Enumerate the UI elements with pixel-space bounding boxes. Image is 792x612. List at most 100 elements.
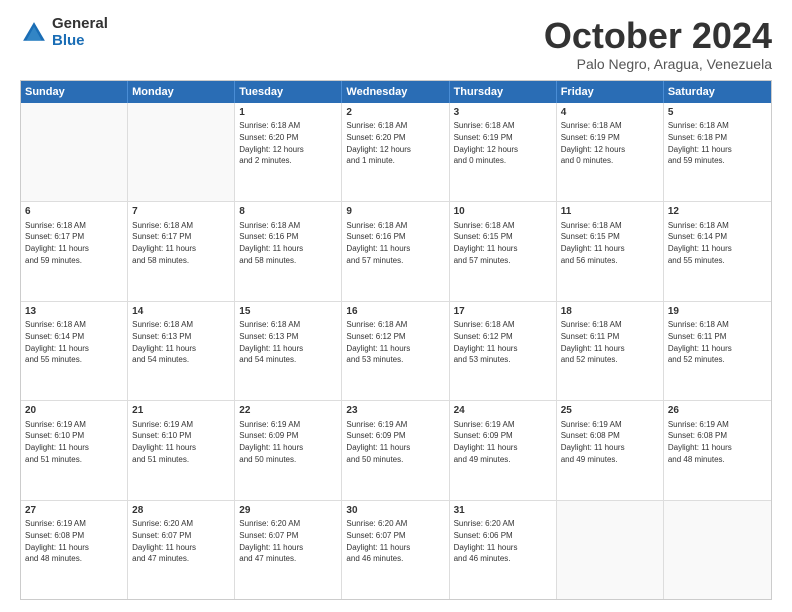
calendar-cell: 18Sunrise: 6:18 AM Sunset: 6:11 PM Dayli…	[557, 302, 664, 400]
calendar-cell: 23 Sunrise: 6:19 AM Sunset: 6:09 PM Dayli…	[342, 401, 449, 499]
day-info: Sunrise: 6:18 AM Sunset: 6:17 PM Dayligh…	[132, 221, 196, 265]
calendar-cell: 13Sunrise: 6:18 AM Sunset: 6:14 PM Dayli…	[21, 302, 128, 400]
day-number: 26	[668, 404, 767, 418]
calendar-cell	[21, 103, 128, 201]
calendar-cell: 9Sunrise: 6:18 AM Sunset: 6:16 PM Daylig…	[342, 202, 449, 300]
day-info: Sunrise: 6:20 AM Sunset: 6:06 PM Dayligh…	[454, 519, 518, 563]
day-info: Sunrise: 6:20 AM Sunset: 6:07 PM Dayligh…	[346, 519, 410, 563]
calendar-cell: 6Sunrise: 6:18 AM Sunset: 6:17 PM Daylig…	[21, 202, 128, 300]
month-title: October 2024	[544, 16, 772, 56]
calendar-body: 1 Sunrise: 6:18 AM Sunset: 6:20 PM Daylig…	[21, 103, 771, 599]
header-day: Friday	[557, 81, 664, 103]
day-info: Sunrise: 6:19 AM Sunset: 6:09 PM Dayligh…	[454, 420, 518, 464]
day-number: 19	[668, 305, 767, 319]
day-info: Sunrise: 6:18 AM Sunset: 6:20 PM Dayligh…	[346, 121, 410, 165]
logo-general: General	[52, 16, 108, 33]
day-info: Sunrise: 6:20 AM Sunset: 6:07 PM Dayligh…	[132, 519, 196, 563]
calendar-cell: 4Sunrise: 6:18 AM Sunset: 6:19 PM Daylig…	[557, 103, 664, 201]
day-info: Sunrise: 6:19 AM Sunset: 6:08 PM Dayligh…	[561, 420, 625, 464]
header-day: Sunday	[21, 81, 128, 103]
day-info: Sunrise: 6:18 AM Sunset: 6:11 PM Dayligh…	[561, 320, 625, 364]
logo: General Blue	[20, 16, 108, 49]
day-info: Sunrise: 6:19 AM Sunset: 6:09 PM Dayligh…	[346, 420, 410, 464]
calendar-cell: 2Sunrise: 6:18 AM Sunset: 6:20 PM Daylig…	[342, 103, 449, 201]
day-info: Sunrise: 6:18 AM Sunset: 6:19 PM Dayligh…	[454, 121, 518, 165]
day-number: 17	[454, 305, 552, 319]
day-info: Sunrise: 6:19 AM Sunset: 6:09 PM Dayligh…	[239, 420, 303, 464]
day-info: Sunrise: 6:18 AM Sunset: 6:14 PM Dayligh…	[25, 320, 89, 364]
calendar-cell: 11 Sunrise: 6:18 AM Sunset: 6:15 PM Dayli…	[557, 202, 664, 300]
header-day: Monday	[128, 81, 235, 103]
day-number: 12	[668, 205, 767, 219]
day-number: 21	[132, 404, 230, 418]
day-number: 6	[25, 205, 123, 219]
day-number: 2	[346, 106, 444, 120]
calendar-cell: 16Sunrise: 6:18 AM Sunset: 6:12 PM Dayli…	[342, 302, 449, 400]
calendar-cell	[557, 501, 664, 599]
day-info: Sunrise: 6:19 AM Sunset: 6:10 PM Dayligh…	[25, 420, 89, 464]
header-day: Wednesday	[342, 81, 449, 103]
calendar-cell: 21Sunrise: 6:19 AM Sunset: 6:10 PM Dayli…	[128, 401, 235, 499]
day-number: 18	[561, 305, 659, 319]
calendar-cell: 14Sunrise: 6:18 AM Sunset: 6:13 PM Dayli…	[128, 302, 235, 400]
day-info: Sunrise: 6:18 AM Sunset: 6:13 PM Dayligh…	[132, 320, 196, 364]
header-day: Thursday	[450, 81, 557, 103]
day-info: Sunrise: 6:20 AM Sunset: 6:07 PM Dayligh…	[239, 519, 303, 563]
calendar-cell: 29Sunrise: 6:20 AM Sunset: 6:07 PM Dayli…	[235, 501, 342, 599]
calendar-cell: 22Sunrise: 6:19 AM Sunset: 6:09 PM Dayli…	[235, 401, 342, 499]
day-number: 1	[239, 106, 337, 120]
day-number: 31	[454, 504, 552, 518]
day-number: 5	[668, 106, 767, 120]
header-day: Saturday	[664, 81, 771, 103]
day-info: Sunrise: 6:18 AM Sunset: 6:16 PM Dayligh…	[239, 221, 303, 265]
day-number: 16	[346, 305, 444, 319]
calendar-cell: 30Sunrise: 6:20 AM Sunset: 6:07 PM Dayli…	[342, 501, 449, 599]
day-number: 3	[454, 106, 552, 120]
day-number: 27	[25, 504, 123, 518]
day-number: 23	[346, 404, 444, 418]
calendar-row: 1 Sunrise: 6:18 AM Sunset: 6:20 PM Daylig…	[21, 103, 771, 202]
calendar-cell: 8 Sunrise: 6:18 AM Sunset: 6:16 PM Daylig…	[235, 202, 342, 300]
calendar-cell: 20Sunrise: 6:19 AM Sunset: 6:10 PM Dayli…	[21, 401, 128, 499]
logo-blue: Blue	[52, 33, 108, 50]
calendar-row: 13Sunrise: 6:18 AM Sunset: 6:14 PM Dayli…	[21, 302, 771, 401]
day-number: 29	[239, 504, 337, 518]
calendar-cell: 27Sunrise: 6:19 AM Sunset: 6:08 PM Dayli…	[21, 501, 128, 599]
day-number: 8	[239, 205, 337, 219]
calendar-cell: 5Sunrise: 6:18 AM Sunset: 6:18 PM Daylig…	[664, 103, 771, 201]
calendar-cell: 10 Sunrise: 6:18 AM Sunset: 6:15 PM Dayli…	[450, 202, 557, 300]
calendar: SundayMondayTuesdayWednesdayThursdayFrid…	[20, 80, 772, 600]
day-number: 25	[561, 404, 659, 418]
day-number: 15	[239, 305, 337, 319]
calendar-header: SundayMondayTuesdayWednesdayThursdayFrid…	[21, 81, 771, 103]
calendar-cell: 24 Sunrise: 6:19 AM Sunset: 6:09 PM Dayli…	[450, 401, 557, 499]
calendar-cell: 19Sunrise: 6:18 AM Sunset: 6:11 PM Dayli…	[664, 302, 771, 400]
day-number: 10	[454, 205, 552, 219]
calendar-cell: 12Sunrise: 6:18 AM Sunset: 6:14 PM Dayli…	[664, 202, 771, 300]
calendar-row: 20Sunrise: 6:19 AM Sunset: 6:10 PM Dayli…	[21, 401, 771, 500]
calendar-row: 27Sunrise: 6:19 AM Sunset: 6:08 PM Dayli…	[21, 501, 771, 599]
day-info: Sunrise: 6:18 AM Sunset: 6:15 PM Dayligh…	[454, 221, 518, 265]
day-number: 4	[561, 106, 659, 120]
title-block: October 2024 Palo Negro, Aragua, Venezue…	[544, 16, 772, 72]
calendar-cell: 3Sunrise: 6:18 AM Sunset: 6:19 PM Daylig…	[450, 103, 557, 201]
day-info: Sunrise: 6:18 AM Sunset: 6:19 PM Dayligh…	[561, 121, 625, 165]
day-number: 14	[132, 305, 230, 319]
day-info: Sunrise: 6:18 AM Sunset: 6:11 PM Dayligh…	[668, 320, 732, 364]
day-number: 13	[25, 305, 123, 319]
calendar-cell: 15Sunrise: 6:18 AM Sunset: 6:13 PM Dayli…	[235, 302, 342, 400]
calendar-cell: 26Sunrise: 6:19 AM Sunset: 6:08 PM Dayli…	[664, 401, 771, 499]
calendar-cell	[664, 501, 771, 599]
location: Palo Negro, Aragua, Venezuela	[544, 56, 772, 72]
day-info: Sunrise: 6:18 AM Sunset: 6:13 PM Dayligh…	[239, 320, 303, 364]
day-info: Sunrise: 6:18 AM Sunset: 6:15 PM Dayligh…	[561, 221, 625, 265]
header-day: Tuesday	[235, 81, 342, 103]
day-number: 11	[561, 205, 659, 219]
day-number: 7	[132, 205, 230, 219]
day-number: 24	[454, 404, 552, 418]
day-number: 28	[132, 504, 230, 518]
calendar-cell: 1Sunrise: 6:18 AM Sunset: 6:20 PM Daylig…	[235, 103, 342, 201]
calendar-cell: 17Sunrise: 6:18 AM Sunset: 6:12 PM Dayli…	[450, 302, 557, 400]
calendar-cell: 7 Sunrise: 6:18 AM Sunset: 6:17 PM Daylig…	[128, 202, 235, 300]
day-info: Sunrise: 6:18 AM Sunset: 6:12 PM Dayligh…	[346, 320, 410, 364]
